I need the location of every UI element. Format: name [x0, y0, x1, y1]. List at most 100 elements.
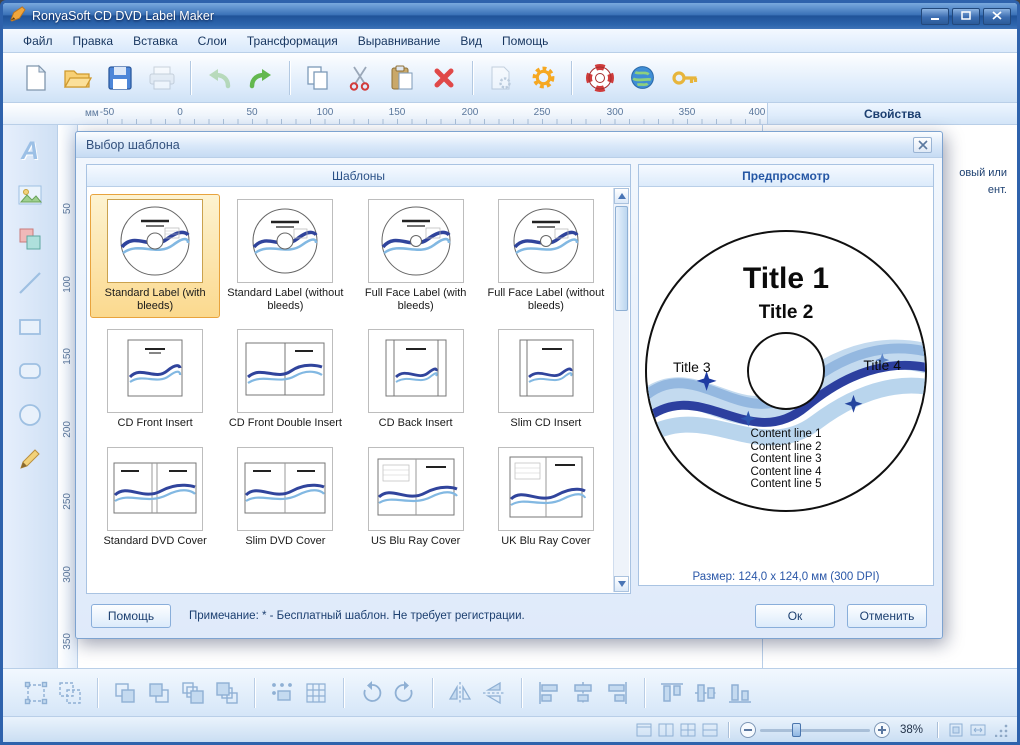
ruler-tick: 400	[748, 107, 766, 118]
help-button[interactable]: Помощь	[91, 604, 171, 628]
template-slim-dvd-cover[interactable]: Slim DVD Cover	[220, 442, 350, 553]
rectangle-icon	[19, 319, 41, 335]
cancel-button[interactable]: Отменить	[847, 604, 927, 628]
resize-grip[interactable]	[995, 722, 1009, 737]
templates-scrollbar[interactable]	[613, 188, 629, 592]
scrollbar-thumb[interactable]	[615, 206, 628, 311]
ruler-tick: 350	[678, 107, 696, 118]
align-right-icon[interactable]	[600, 676, 634, 710]
redo-icon[interactable]	[240, 57, 282, 99]
menu-view[interactable]: Вид	[450, 31, 492, 51]
zoom-in-button[interactable]	[874, 721, 890, 738]
ruler-tick: 300	[62, 566, 73, 583]
view-rows-icon[interactable]	[700, 721, 720, 739]
view-split-icon[interactable]	[656, 721, 676, 739]
send-to-back-icon[interactable]	[210, 676, 244, 710]
align-center-horizontal-icon[interactable]	[566, 676, 600, 710]
align-left-icon[interactable]	[532, 676, 566, 710]
grid-icon[interactable]	[299, 676, 333, 710]
template-standard-label-bleeds[interactable]: Standard Label (with bleeds)	[90, 194, 221, 319]
scroll-up-icon[interactable]	[614, 188, 629, 204]
bring-to-front-icon[interactable]	[176, 676, 210, 710]
template-cd-back-insert[interactable]: CD Back Insert	[351, 324, 481, 435]
toolbar-separator	[472, 60, 473, 95]
align-to-grid-icon[interactable]	[265, 676, 299, 710]
multi-select-icon[interactable]	[53, 676, 87, 710]
align-middle-vertical-icon[interactable]	[689, 676, 723, 710]
toolbar-separator	[190, 60, 191, 95]
menu-transform[interactable]: Трансформация	[237, 31, 348, 51]
ellipse-tool[interactable]	[11, 397, 49, 433]
rotate-left-icon[interactable]	[354, 676, 388, 710]
template-cd-front-double-insert[interactable]: CD Front Double Insert	[220, 324, 350, 435]
align-bottom-icon[interactable]	[723, 676, 757, 710]
shape-tool[interactable]	[11, 221, 49, 257]
delete-icon[interactable]	[423, 57, 465, 99]
ellipse-icon	[19, 404, 41, 426]
dialog-close-button[interactable]	[913, 136, 932, 153]
menu-edit[interactable]: Правка	[63, 31, 124, 51]
web-globe-icon[interactable]	[621, 57, 663, 99]
template-cd-front-insert[interactable]: CD Front Insert	[90, 324, 220, 435]
bring-forward-icon[interactable]	[108, 676, 142, 710]
template-us-blu-ray-cover[interactable]: US Blu Ray Cover	[351, 442, 481, 553]
pencil-icon	[20, 449, 40, 469]
ok-button[interactable]: Ок	[755, 604, 835, 628]
cut-icon[interactable]	[339, 57, 381, 99]
content-line: Content line 4	[750, 465, 822, 478]
minimize-button[interactable]	[921, 7, 949, 25]
menu-align[interactable]: Выравнивание	[348, 31, 451, 51]
menu-file[interactable]: Файл	[13, 31, 63, 51]
menu-layers[interactable]: Слои	[188, 31, 237, 51]
view-grid-icon[interactable]	[678, 721, 698, 739]
flip-vertical-icon[interactable]	[477, 676, 511, 710]
image-tool[interactable]	[11, 177, 49, 213]
align-top-icon[interactable]	[655, 676, 689, 710]
view-normal-icon[interactable]	[634, 721, 654, 739]
zoom-slider[interactable]	[760, 722, 870, 738]
menu-insert[interactable]: Вставка	[123, 31, 188, 51]
register-key-icon[interactable]	[663, 57, 705, 99]
paste-icon[interactable]	[381, 57, 423, 99]
send-backward-icon[interactable]	[142, 676, 176, 710]
text-tool[interactable]: A	[11, 133, 49, 169]
save-icon[interactable]	[99, 57, 141, 99]
maximize-button[interactable]	[952, 7, 980, 25]
help-lifebuoy-icon[interactable]	[579, 57, 621, 99]
pencil-tool[interactable]	[11, 441, 49, 477]
zoom-slider-thumb[interactable]	[792, 722, 801, 737]
template-full-face-no-bleeds[interactable]: Full Face Label (without bleeds)	[481, 194, 611, 318]
zoom-out-button[interactable]	[740, 721, 756, 738]
scroll-down-icon[interactable]	[614, 576, 629, 592]
rectangle-tool[interactable]	[11, 309, 49, 345]
fit-page-icon[interactable]	[946, 721, 966, 739]
template-full-face-bleeds[interactable]: Full Face Label (with bleeds)	[351, 194, 481, 318]
page-setup-icon[interactable]	[480, 57, 522, 99]
new-document-icon[interactable]	[15, 57, 57, 99]
toolbar-separator	[343, 677, 344, 708]
rotate-right-icon[interactable]	[388, 676, 422, 710]
print-icon[interactable]	[141, 57, 183, 99]
bluray-cover-thumbnail	[367, 446, 464, 531]
content-line: Content line 5	[750, 478, 822, 490]
main-toolbar	[3, 53, 1017, 103]
rounded-rectangle-tool[interactable]	[11, 353, 49, 389]
template-standard-label-no-bleeds[interactable]: Standard Label (without bleeds)	[220, 194, 350, 318]
flip-horizontal-icon[interactable]	[443, 676, 477, 710]
menu-help[interactable]: Помощь	[492, 31, 558, 51]
template-slim-cd-insert[interactable]: Slim CD Insert	[481, 324, 611, 435]
select-tool-icon[interactable]	[19, 676, 53, 710]
ruler-tick: 0	[177, 107, 183, 118]
template-uk-blu-ray-cover[interactable]: UK Blu Ray Cover	[481, 442, 611, 553]
template-standard-dvd-cover[interactable]: Standard DVD Cover	[90, 442, 220, 553]
undo-icon[interactable]	[198, 57, 240, 99]
open-folder-icon[interactable]	[57, 57, 99, 99]
line-tool[interactable]	[11, 265, 49, 301]
toolbar-separator	[571, 60, 572, 95]
copy-icon[interactable]	[297, 57, 339, 99]
fit-width-icon[interactable]	[968, 721, 988, 739]
close-button[interactable]	[983, 7, 1011, 25]
preview-content-lines: Content line 1 Content line 2 Content li…	[647, 428, 925, 491]
ruler-tick: 250	[533, 107, 551, 118]
settings-gear-icon[interactable]	[522, 57, 564, 99]
